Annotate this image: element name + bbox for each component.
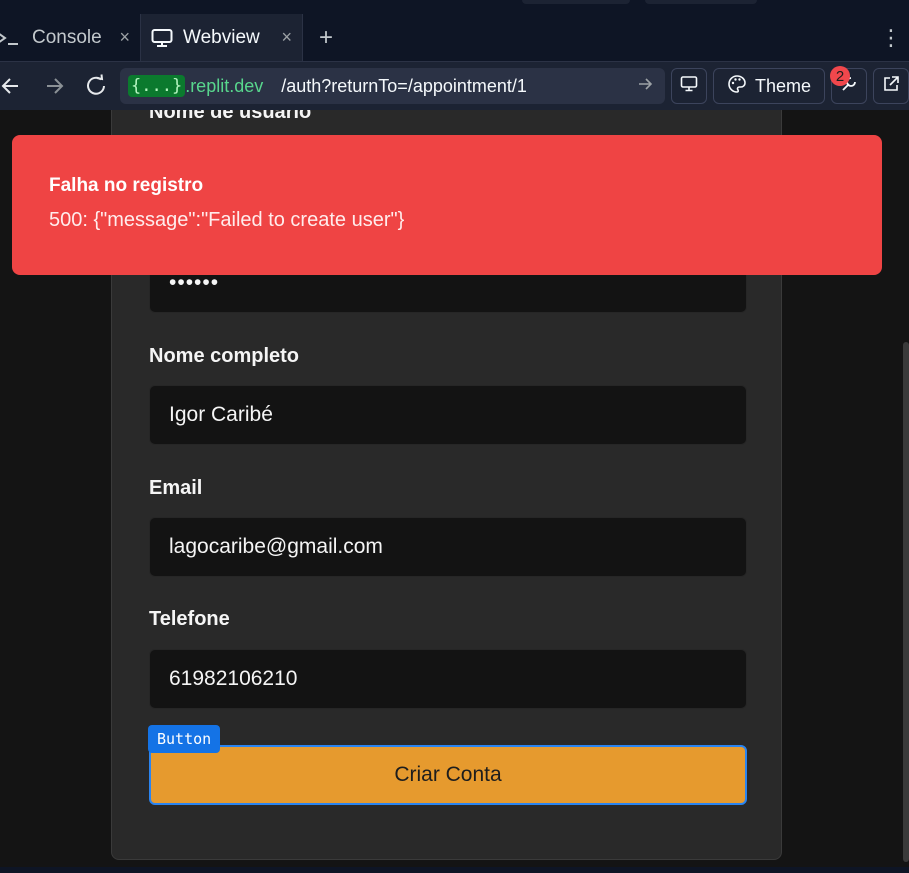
notification-badge: 2: [830, 66, 850, 86]
open-external-button[interactable]: [873, 68, 909, 104]
monitor-icon: [680, 75, 698, 98]
browser-toolbar: {...} .replit.dev /auth?returnTo=/appoin…: [0, 62, 909, 110]
theme-label: Theme: [754, 75, 812, 96]
close-icon[interactable]: ×: [281, 27, 292, 48]
fullname-value: Igor Caribé: [169, 403, 273, 426]
external-link-icon: [882, 75, 900, 98]
device-preview-button[interactable]: [671, 68, 707, 104]
back-arrow-icon[interactable]: [0, 66, 24, 106]
terminal-icon: [0, 28, 22, 48]
email-label: Email: [149, 477, 203, 499]
devtools-button[interactable]: 2: [830, 66, 867, 104]
scrollbar[interactable]: [903, 342, 909, 862]
phone-label: Telefone: [149, 608, 230, 630]
add-tab-button[interactable]: +: [303, 14, 349, 61]
create-account-button[interactable]: Criar Conta: [149, 745, 747, 805]
email-value: lagocaribe@gmail.com: [169, 535, 383, 558]
replit-badge: {...}: [128, 75, 186, 97]
hidden-tab-stub: [522, 0, 630, 4]
theme-button[interactable]: Theme: [713, 68, 825, 104]
forward-arrow-icon[interactable]: [24, 66, 84, 106]
tab-webview[interactable]: Webview ×: [141, 14, 303, 61]
tab-bar: Console × Webview × + ⋮: [0, 14, 909, 62]
username-label: Nome de usuário: [149, 110, 312, 123]
fullname-field[interactable]: Igor Caribé: [149, 385, 747, 445]
tab-console-label: Console: [32, 26, 102, 48]
address-path: /auth?returnTo=/appointment/1: [281, 75, 527, 96]
fullname-label: Nome completo: [149, 345, 300, 367]
toast-description: 500: {"message":"Failed to create user"}: [49, 209, 405, 231]
window-top-strip: [0, 0, 909, 14]
phone-field[interactable]: 61982106210: [149, 649, 747, 709]
window-bottom-strip: [0, 867, 909, 873]
monitor-icon: [151, 28, 173, 48]
close-icon[interactable]: ×: [119, 27, 130, 48]
email-field[interactable]: lagocaribe@gmail.com: [149, 517, 747, 577]
address-bar[interactable]: {...} .replit.dev /auth?returnTo=/appoin…: [120, 68, 665, 104]
element-inspector-tag: Button: [148, 725, 221, 753]
reload-icon[interactable]: [76, 66, 116, 106]
palette-icon: [727, 74, 747, 99]
error-toast[interactable]: Falha no registro 500: {"message":"Faile…: [12, 135, 882, 275]
toast-title: Falha no registro: [49, 175, 204, 196]
tab-console[interactable]: Console ×: [0, 14, 141, 61]
tab-webview-label: Webview: [183, 26, 260, 48]
phone-value: 61982106210: [169, 667, 298, 690]
go-arrow-icon[interactable]: [637, 76, 653, 97]
more-menu-icon[interactable]: ⋮: [873, 14, 909, 61]
address-host: .replit.dev: [185, 75, 264, 96]
hidden-tab-stub: [645, 0, 757, 4]
